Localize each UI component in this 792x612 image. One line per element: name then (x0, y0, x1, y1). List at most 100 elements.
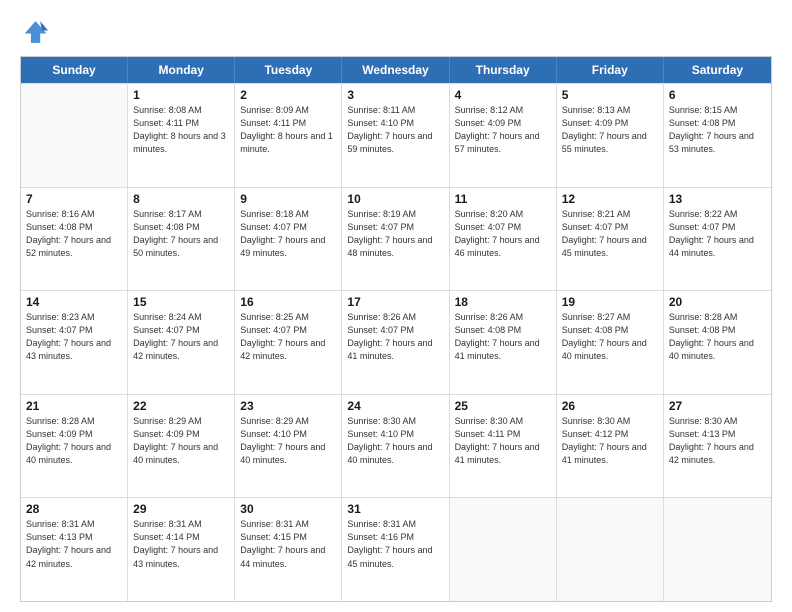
calendar-cell: 1 Sunrise: 8:08 AMSunset: 4:11 PMDaylight… (128, 84, 235, 187)
day-info: Sunrise: 8:21 AMSunset: 4:07 PMDaylight:… (562, 208, 658, 260)
calendar-cell (664, 498, 771, 601)
calendar-cell (557, 498, 664, 601)
calendar-cell: 4 Sunrise: 8:12 AMSunset: 4:09 PMDaylight… (450, 84, 557, 187)
day-info: Sunrise: 8:19 AMSunset: 4:07 PMDaylight:… (347, 208, 443, 260)
day-info: Sunrise: 8:28 AMSunset: 4:08 PMDaylight:… (669, 311, 766, 363)
day-number: 11 (455, 192, 551, 206)
day-number: 21 (26, 399, 122, 413)
day-info: Sunrise: 8:25 AMSunset: 4:07 PMDaylight:… (240, 311, 336, 363)
calendar-cell: 21Sunrise: 8:28 AMSunset: 4:09 PMDayligh… (21, 395, 128, 498)
day-info: Sunrise: 8:18 AMSunset: 4:07 PMDaylight:… (240, 208, 336, 260)
calendar-cell: 13 Sunrise: 8:22 AMSunset: 4:07 PMDayligh… (664, 188, 771, 291)
day-info: Sunrise: 8:08 AMSunset: 4:11 PMDaylight:… (133, 104, 229, 156)
day-number: 25 (455, 399, 551, 413)
calendar-cell: 18 Sunrise: 8:26 AMSunset: 4:08 PMDayligh… (450, 291, 557, 394)
day-number: 10 (347, 192, 443, 206)
day-header-sunday: Sunday (21, 57, 128, 83)
calendar-cell: 27 Sunrise: 8:30 AMSunset: 4:13 PMDayligh… (664, 395, 771, 498)
day-info: Sunrise: 8:13 AMSunset: 4:09 PMDaylight:… (562, 104, 658, 156)
day-number: 26 (562, 399, 658, 413)
day-number: 18 (455, 295, 551, 309)
day-number: 13 (669, 192, 766, 206)
logo (20, 18, 52, 46)
day-info: Sunrise: 8:17 AMSunset: 4:08 PMDaylight:… (133, 208, 229, 260)
calendar: SundayMondayTuesdayWednesdayThursdayFrid… (20, 56, 772, 602)
calendar-header: SundayMondayTuesdayWednesdayThursdayFrid… (21, 57, 771, 83)
calendar-cell: 8 Sunrise: 8:17 AMSunset: 4:08 PMDaylight… (128, 188, 235, 291)
calendar-body: 1 Sunrise: 8:08 AMSunset: 4:11 PMDaylight… (21, 83, 771, 601)
day-info: Sunrise: 8:31 AMSunset: 4:14 PMDaylight:… (133, 518, 229, 570)
calendar-cell: 10 Sunrise: 8:19 AMSunset: 4:07 PMDayligh… (342, 188, 449, 291)
calendar-cell: 15Sunrise: 8:24 AMSunset: 4:07 PMDayligh… (128, 291, 235, 394)
calendar-cell: 30 Sunrise: 8:31 AMSunset: 4:15 PMDayligh… (235, 498, 342, 601)
day-number: 5 (562, 88, 658, 102)
calendar-cell: 20 Sunrise: 8:28 AMSunset: 4:08 PMDayligh… (664, 291, 771, 394)
day-info: Sunrise: 8:24 AMSunset: 4:07 PMDaylight:… (133, 311, 229, 363)
day-number: 28 (26, 502, 122, 516)
day-header-thursday: Thursday (450, 57, 557, 83)
day-number: 17 (347, 295, 443, 309)
calendar-cell: 3Sunrise: 8:11 AMSunset: 4:10 PMDaylight… (342, 84, 449, 187)
calendar-cell: 25Sunrise: 8:30 AMSunset: 4:11 PMDayligh… (450, 395, 557, 498)
day-info: Sunrise: 8:11 AMSunset: 4:10 PMDaylight:… (347, 104, 443, 156)
calendar-cell (21, 84, 128, 187)
day-header-monday: Monday (128, 57, 235, 83)
day-info: Sunrise: 8:31 AMSunset: 4:15 PMDaylight:… (240, 518, 336, 570)
day-number: 12 (562, 192, 658, 206)
day-info: Sunrise: 8:30 AMSunset: 4:10 PMDaylight:… (347, 415, 443, 467)
day-info: Sunrise: 8:27 AMSunset: 4:08 PMDaylight:… (562, 311, 658, 363)
calendar-cell: 26Sunrise: 8:30 AMSunset: 4:12 PMDayligh… (557, 395, 664, 498)
calendar-week-5: 28 Sunrise: 8:31 AMSunset: 4:13 PMDayligh… (21, 497, 771, 601)
calendar-cell: 17 Sunrise: 8:26 AMSunset: 4:07 PMDayligh… (342, 291, 449, 394)
day-header-friday: Friday (557, 57, 664, 83)
calendar-cell: 2Sunrise: 8:09 AMSunset: 4:11 PMDaylight… (235, 84, 342, 187)
day-info: Sunrise: 8:26 AMSunset: 4:07 PMDaylight:… (347, 311, 443, 363)
day-number: 16 (240, 295, 336, 309)
day-number: 30 (240, 502, 336, 516)
calendar-cell: 29 Sunrise: 8:31 AMSunset: 4:14 PMDayligh… (128, 498, 235, 601)
calendar-cell: 7Sunrise: 8:16 AMSunset: 4:08 PMDaylight… (21, 188, 128, 291)
calendar-cell: 31 Sunrise: 8:31 AMSunset: 4:16 PMDayligh… (342, 498, 449, 601)
calendar-week-4: 21Sunrise: 8:28 AMSunset: 4:09 PMDayligh… (21, 394, 771, 498)
page: SundayMondayTuesdayWednesdayThursdayFrid… (0, 0, 792, 612)
day-info: Sunrise: 8:15 AMSunset: 4:08 PMDaylight:… (669, 104, 766, 156)
calendar-cell: 22Sunrise: 8:29 AMSunset: 4:09 PMDayligh… (128, 395, 235, 498)
day-number: 4 (455, 88, 551, 102)
day-info: Sunrise: 8:30 AMSunset: 4:13 PMDaylight:… (669, 415, 766, 467)
day-number: 8 (133, 192, 229, 206)
calendar-cell: 14Sunrise: 8:23 AMSunset: 4:07 PMDayligh… (21, 291, 128, 394)
calendar-cell: 12 Sunrise: 8:21 AMSunset: 4:07 PMDayligh… (557, 188, 664, 291)
day-number: 31 (347, 502, 443, 516)
day-number: 1 (133, 88, 229, 102)
day-info: Sunrise: 8:12 AMSunset: 4:09 PMDaylight:… (455, 104, 551, 156)
calendar-week-1: 1 Sunrise: 8:08 AMSunset: 4:11 PMDaylight… (21, 83, 771, 187)
day-info: Sunrise: 8:29 AMSunset: 4:09 PMDaylight:… (133, 415, 229, 467)
day-number: 27 (669, 399, 766, 413)
calendar-cell: 11 Sunrise: 8:20 AMSunset: 4:07 PMDayligh… (450, 188, 557, 291)
calendar-cell: 5 Sunrise: 8:13 AMSunset: 4:09 PMDaylight… (557, 84, 664, 187)
day-info: Sunrise: 8:20 AMSunset: 4:07 PMDaylight:… (455, 208, 551, 260)
day-info: Sunrise: 8:23 AMSunset: 4:07 PMDaylight:… (26, 311, 122, 363)
day-number: 6 (669, 88, 766, 102)
calendar-week-3: 14Sunrise: 8:23 AMSunset: 4:07 PMDayligh… (21, 290, 771, 394)
calendar-cell: 16 Sunrise: 8:25 AMSunset: 4:07 PMDayligh… (235, 291, 342, 394)
day-info: Sunrise: 8:29 AMSunset: 4:10 PMDaylight:… (240, 415, 336, 467)
header (20, 18, 772, 46)
day-info: Sunrise: 8:31 AMSunset: 4:13 PMDaylight:… (26, 518, 122, 570)
calendar-week-2: 7Sunrise: 8:16 AMSunset: 4:08 PMDaylight… (21, 187, 771, 291)
day-header-tuesday: Tuesday (235, 57, 342, 83)
day-info: Sunrise: 8:09 AMSunset: 4:11 PMDaylight:… (240, 104, 336, 156)
logo-icon (20, 18, 48, 46)
calendar-cell: 9 Sunrise: 8:18 AMSunset: 4:07 PMDaylight… (235, 188, 342, 291)
calendar-cell: 24Sunrise: 8:30 AMSunset: 4:10 PMDayligh… (342, 395, 449, 498)
day-number: 20 (669, 295, 766, 309)
calendar-cell (450, 498, 557, 601)
day-header-wednesday: Wednesday (342, 57, 449, 83)
day-number: 29 (133, 502, 229, 516)
calendar-cell: 19Sunrise: 8:27 AMSunset: 4:08 PMDayligh… (557, 291, 664, 394)
day-info: Sunrise: 8:22 AMSunset: 4:07 PMDaylight:… (669, 208, 766, 260)
day-info: Sunrise: 8:26 AMSunset: 4:08 PMDaylight:… (455, 311, 551, 363)
day-number: 9 (240, 192, 336, 206)
day-number: 23 (240, 399, 336, 413)
day-info: Sunrise: 8:31 AMSunset: 4:16 PMDaylight:… (347, 518, 443, 570)
